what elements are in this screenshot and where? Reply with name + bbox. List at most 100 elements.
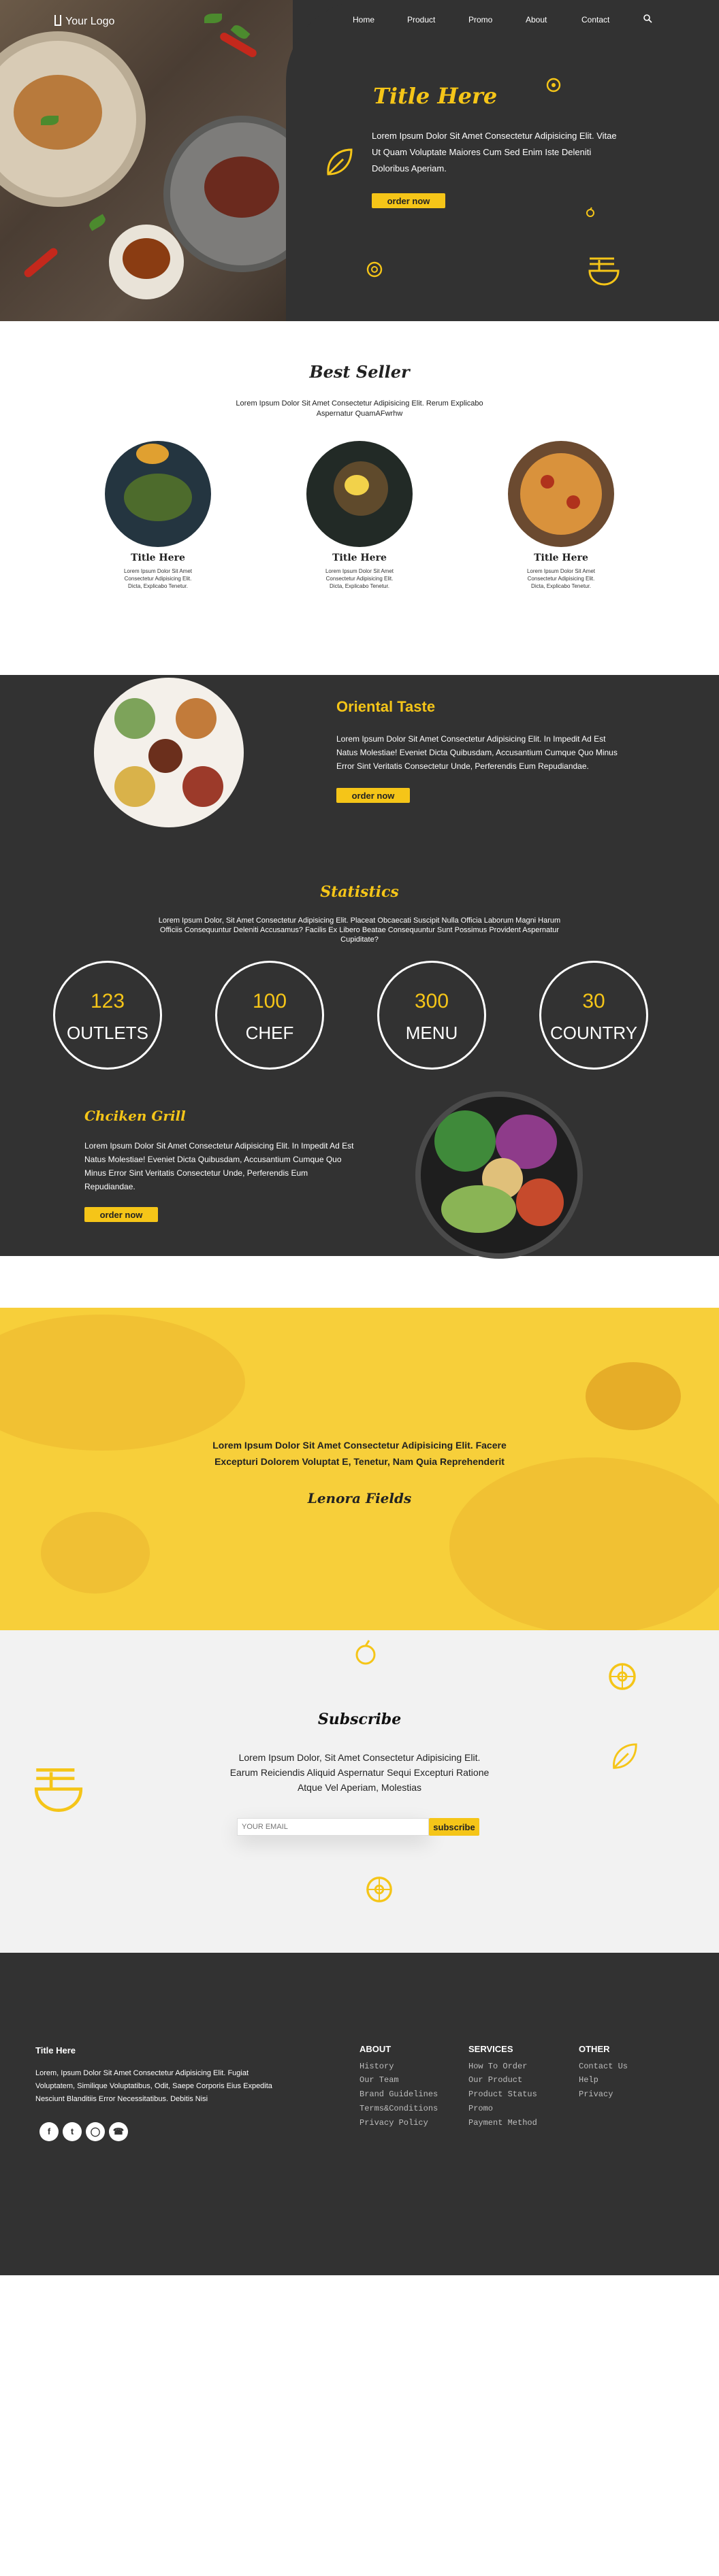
stat-value: 30: [582, 990, 605, 1012]
testimonial-author: Lenora Fields: [307, 1490, 412, 1506]
steak-image: [204, 156, 279, 218]
best-seller-title: Best Seller: [309, 362, 410, 382]
best-seller-item-title: Title Here: [131, 552, 185, 563]
leaf-icon: [609, 1740, 640, 1775]
logo-icon: [54, 15, 61, 26]
footer-link-privacy[interactable]: Privacy: [579, 2090, 613, 2099]
footer-link-product-status[interactable]: Product Status: [468, 2090, 537, 2099]
footer: Title Here Lorem, Ipsum Dolor Sit Amet C…: [0, 1953, 719, 2275]
food-background-image: [41, 1512, 150, 1594]
lemon-slice-icon: [607, 1662, 637, 1695]
footer-heading-about: ABOUT: [360, 2044, 392, 2054]
hero-food-photo: [0, 0, 313, 321]
search-icon[interactable]: [643, 14, 652, 25]
footer-link-brand-guidelines[interactable]: Brand Guidelines: [360, 2090, 438, 2099]
leaf-icon: [323, 146, 355, 182]
footer-link-our-team[interactable]: Our Team: [360, 2075, 399, 2085]
herb-leaf-image: [41, 116, 59, 125]
stat-chef: 100 CHEF: [215, 961, 324, 1070]
best-seller-subtitle: Lorem Ipsum Dolor Sit Amet Consectetur A…: [236, 399, 483, 418]
food-background-image: [586, 1362, 681, 1430]
stat-label: COUNTRY: [549, 1023, 638, 1043]
herb-leaf-image: [87, 214, 108, 231]
footer-link-history[interactable]: History: [360, 2062, 394, 2071]
logo[interactable]: Your Logo: [54, 15, 114, 28]
apple-icon: [586, 207, 595, 221]
footer-link-our-product[interactable]: Our Product: [468, 2075, 522, 2085]
email-field[interactable]: [237, 1818, 429, 1836]
apple-icon: [354, 1638, 377, 1669]
footer-link-help[interactable]: Help: [579, 2075, 598, 2085]
footer-heading-services: SERVICES: [468, 2044, 513, 2054]
nav-product[interactable]: Product: [407, 15, 435, 24]
stat-value: 100: [252, 990, 287, 1012]
nav-contact[interactable]: Contact: [581, 15, 609, 24]
footer-text: Lorem, Ipsum Dolor Sit Amet Consectetur …: [35, 2069, 272, 2103]
subscribe-button[interactable]: subscribe: [429, 1818, 479, 1836]
fried-chicken-image: [14, 75, 102, 150]
best-seller-item-text: Lorem Ipsum Dolor Sit Amet Consectetur A…: [526, 568, 596, 589]
best-seller-section: Best Seller Lorem Ipsum Dolor Sit Amet C…: [0, 321, 719, 675]
facebook-icon[interactable]: f: [39, 2122, 59, 2141]
noodle-bowl-icon: [587, 254, 621, 292]
best-seller-item-title: Title Here: [534, 552, 588, 563]
stat-label: CHEF: [245, 1023, 294, 1043]
stat-label: OUTLETS: [67, 1023, 148, 1043]
footer-link-privacy-policy[interactable]: Privacy Policy: [360, 2118, 428, 2128]
statistics-title: Statistics: [320, 883, 399, 901]
stat-menu: 300 MENU: [377, 961, 486, 1070]
main-nav: Home Product Promo About Contact: [320, 14, 701, 30]
stat-value: 300: [414, 990, 449, 1012]
subscribe-title: Subscribe: [317, 1711, 402, 1728]
hero-section: Your Logo Home Product Promo About Conta…: [0, 0, 719, 321]
chicken-title: Chciken Grill: [84, 1108, 186, 1124]
twitter-icon[interactable]: t: [63, 2122, 82, 2141]
noodle-bowl-icon: [31, 1764, 86, 1820]
best-seller-image[interactable]: [105, 441, 211, 547]
hero-text: Lorem Ipsum Dolor Sit Amet Consectetur A…: [372, 131, 617, 174]
nav-promo[interactable]: Promo: [468, 15, 492, 24]
footer-link-contact-us[interactable]: Contact Us: [579, 2062, 628, 2071]
testimonial-quote: Lorem Ipsum Dolor Sit Amet Consectetur A…: [212, 1440, 507, 1467]
chili-image: [22, 246, 59, 279]
statistics-text: Lorem Ipsum Dolor, Sit Amet Consectetur …: [158, 917, 561, 944]
oriental-dish-image: [94, 678, 244, 827]
stat-country: 30 COUNTRY: [539, 961, 648, 1070]
subscribe-section: Subscribe Lorem Ipsum Dolor, Sit Amet Co…: [0, 1630, 719, 1953]
features-section: Oriental Taste Lorem Ipsum Dolor Sit Ame…: [0, 675, 719, 1256]
footer-link-promo[interactable]: Promo: [468, 2104, 493, 2113]
stat-outlets: 123 OUTLETS: [53, 961, 162, 1070]
cookie-icon: [546, 78, 561, 96]
chicken-text: Lorem Ipsum Dolor Sit Amet Consectetur A…: [84, 1141, 354, 1191]
lemon-slice-icon: [366, 261, 383, 281]
best-seller-image[interactable]: [306, 441, 413, 547]
hero-order-button[interactable]: order now: [372, 193, 445, 208]
subscribe-text: Lorem Ipsum Dolor, Sit Amet Consectetur …: [229, 1752, 490, 1793]
nav-home[interactable]: Home: [353, 15, 374, 24]
food-background-image: [0, 1315, 245, 1451]
footer-link-how-to-order[interactable]: How To Order: [468, 2062, 527, 2071]
footer-link-terms[interactable]: Terms&Conditions: [360, 2104, 438, 2113]
logo-text: Your Logo: [65, 16, 115, 27]
stat-value: 123: [90, 990, 125, 1012]
stat-label: MENU: [405, 1023, 458, 1043]
nav-about[interactable]: About: [526, 15, 547, 24]
oriental-title: Oriental Taste: [336, 698, 436, 715]
best-seller-item-text: Lorem Ipsum Dolor Sit Amet Consectetur A…: [123, 568, 193, 589]
herb-leaf-image: [204, 14, 222, 23]
chicken-order-button[interactable]: order now: [84, 1207, 158, 1222]
footer-heading-other: OTHER: [579, 2044, 610, 2054]
footer-link-payment-method[interactable]: Payment Method: [468, 2118, 537, 2128]
whatsapp-icon[interactable]: ☎: [109, 2122, 128, 2141]
best-seller-image[interactable]: [508, 441, 614, 547]
lemon-slice-icon: [365, 1875, 394, 1907]
salad-bowl-image: [421, 1097, 577, 1253]
best-seller-item-text: Lorem Ipsum Dolor Sit Amet Consectetur A…: [325, 568, 394, 589]
oriental-order-button[interactable]: order now: [336, 788, 410, 803]
instagram-icon[interactable]: ◯: [86, 2122, 105, 2141]
testimonial-section: Lorem Ipsum Dolor Sit Amet Consectetur A…: [0, 1308, 719, 1630]
oriental-text: Lorem Ipsum Dolor Sit Amet Consectetur A…: [336, 734, 618, 771]
food-background-image: [449, 1457, 719, 1630]
hero-title: Title Here: [373, 83, 498, 109]
footer-title: Title Here: [35, 2045, 76, 2055]
